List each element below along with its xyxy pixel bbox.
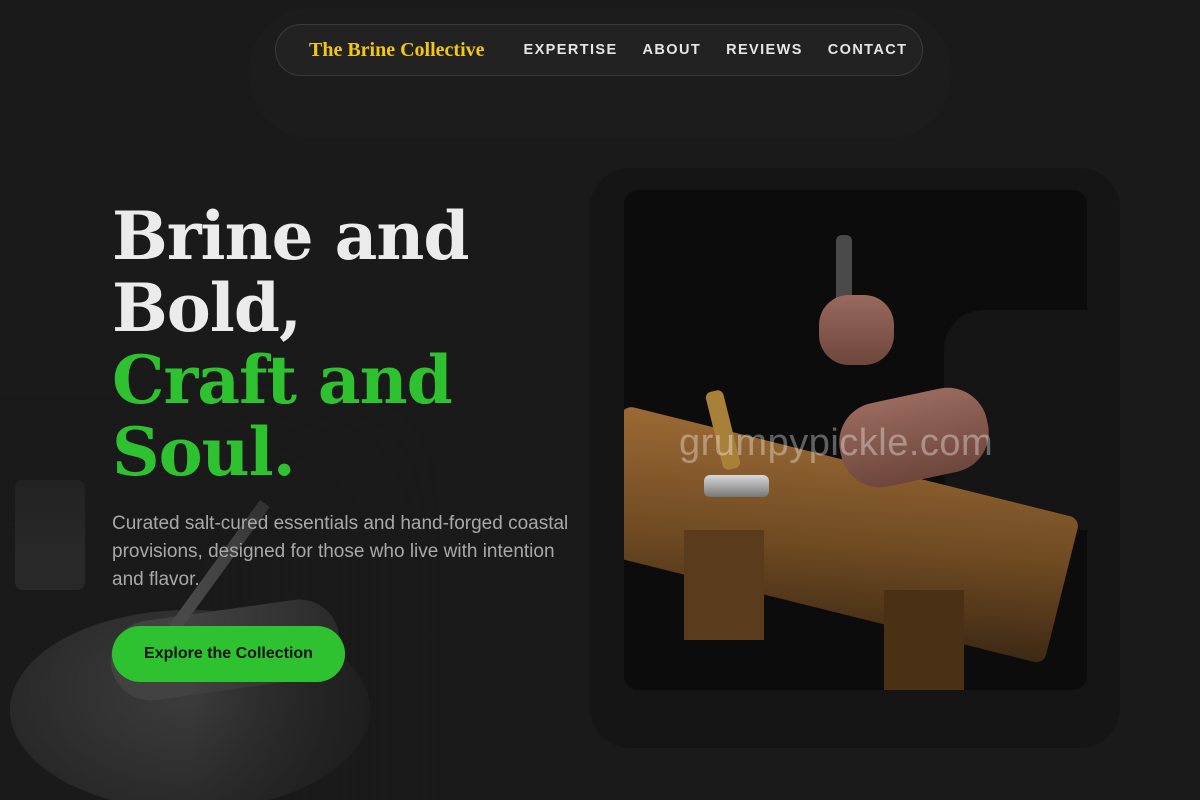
hero-title: Brine and Bold, Craft and Soul. xyxy=(112,197,469,491)
nav-link-about[interactable]: ABOUT xyxy=(643,42,702,58)
hero-subtitle: Curated salt-cured essentials and hand-f… xyxy=(112,513,569,590)
image-watermark: grumpypickle.com xyxy=(679,422,994,464)
explore-collection-button[interactable]: Explore the Collection xyxy=(112,626,345,682)
upper-hand-shape xyxy=(819,295,894,365)
hero-accent-line-1: Craft and xyxy=(112,341,453,419)
hero-image-card: grumpypickle.com xyxy=(624,190,1087,690)
nav-link-contact[interactable]: CONTACT xyxy=(828,42,908,58)
hero-title-line-2: Bold, xyxy=(112,269,302,347)
hero-accent-line-2: Soul. xyxy=(112,413,296,491)
hammer-head-shape xyxy=(704,475,769,497)
bench-leg-shape xyxy=(684,530,764,640)
bench-leg-shape xyxy=(884,590,964,690)
nav-link-reviews[interactable]: REVIEWS xyxy=(726,42,803,58)
top-navigation: The Brine Collective EXPERTISE ABOUT REV… xyxy=(275,24,923,76)
brand-logo[interactable]: The Brine Collective xyxy=(309,39,485,62)
hero-title-line-1: Brine and xyxy=(112,197,469,275)
nav-link-expertise[interactable]: EXPERTISE xyxy=(524,42,618,58)
